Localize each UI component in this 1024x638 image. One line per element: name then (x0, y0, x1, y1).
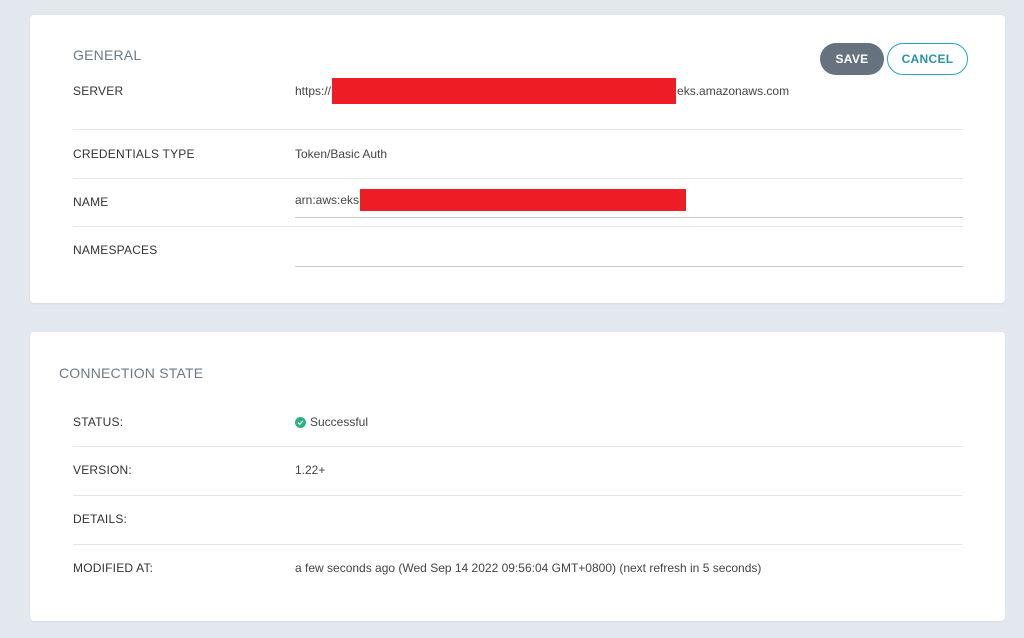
server-suffix: eks.amazonaws.com (677, 84, 790, 98)
server-prefix: https:// (295, 84, 332, 98)
connection-state-card: CONNECTION STATE (30, 332, 1005, 621)
save-button[interactable]: SAVE (820, 43, 884, 75)
row-divider (73, 178, 963, 179)
redacted-block (332, 78, 677, 104)
server-label: SERVER (73, 84, 124, 98)
namespaces-input-underline (295, 266, 963, 267)
namespaces-label: NAMESPACES (73, 243, 158, 257)
row-divider (73, 495, 963, 496)
credentials-type-value: Token/Basic Auth (295, 147, 388, 161)
name-input-underline (295, 217, 963, 218)
modified-at-value: a few seconds ago (Wed Sep 14 2022 09:56… (295, 561, 762, 575)
modified-at-label: MODIFIED AT: (73, 561, 154, 575)
name-field[interactable]: arn:aws:eks (295, 189, 687, 211)
details-label: DETAILS: (73, 512, 128, 526)
cancel-button[interactable]: CANCEL (887, 43, 968, 75)
status-text: Successful (310, 415, 369, 429)
version-value: 1.22+ (295, 463, 326, 477)
row-divider (73, 129, 963, 130)
status-value: Successful (295, 415, 368, 429)
status-label: STATUS: (73, 415, 124, 429)
namespaces-field[interactable] (295, 238, 963, 264)
credentials-type-label: CREDENTIALS TYPE (73, 147, 195, 161)
server-value: https:// eks.amazonaws.com (295, 78, 789, 104)
connection-section-title: CONNECTION STATE (59, 365, 204, 381)
row-divider (73, 226, 963, 227)
check-circle-icon (295, 416, 306, 428)
name-value: arn:aws:eks (295, 193, 360, 207)
row-divider (73, 544, 963, 545)
row-divider (73, 446, 963, 447)
name-label: NAME (73, 195, 109, 209)
redacted-block (360, 189, 687, 211)
version-label: VERSION: (73, 463, 132, 477)
general-section-title: GENERAL (73, 47, 142, 63)
